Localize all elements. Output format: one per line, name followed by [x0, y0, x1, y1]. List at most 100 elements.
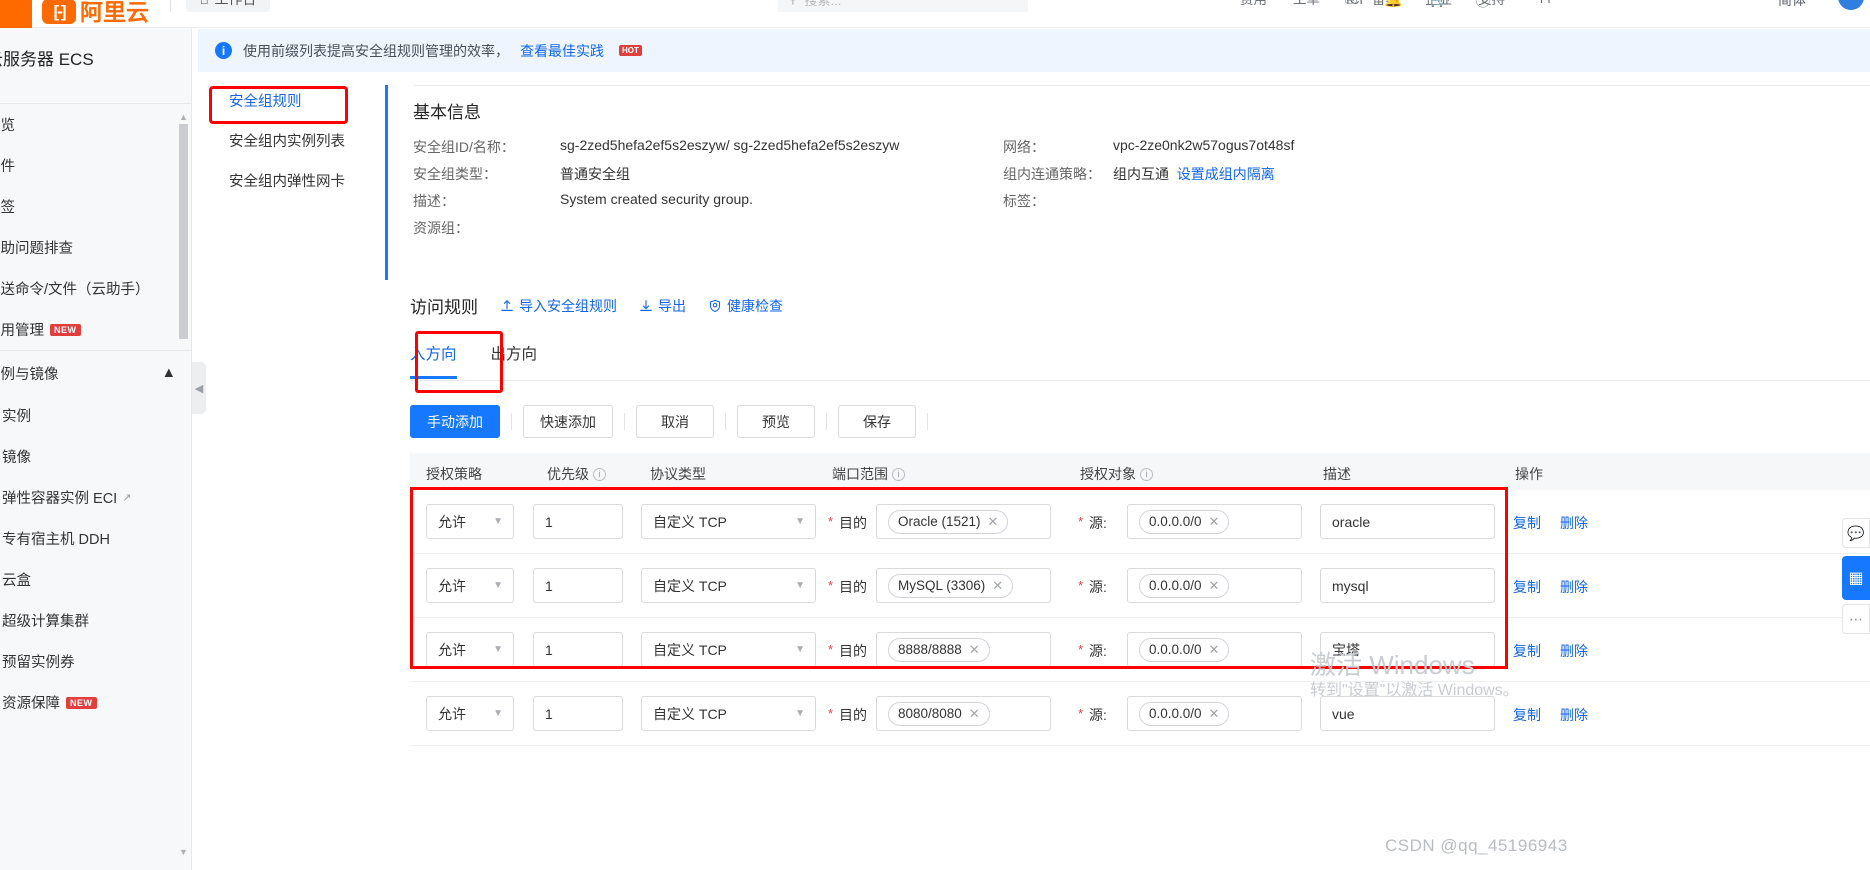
top-link-fees[interactable]: 费用 — [1240, 0, 1267, 8]
port-tag[interactable]: 8888/8888 ✕ — [888, 637, 990, 662]
priority-input[interactable]: 1 — [533, 632, 623, 667]
copy-action[interactable]: 复制 — [1513, 577, 1541, 597]
sidebar-group-instances-images[interactable]: 实例与镜像 ▲ — [0, 350, 192, 395]
sidebar-item-reserved-instance[interactable]: 预留实例券 — [0, 641, 192, 682]
import-rules-button[interactable]: 导入安全组规则 — [500, 296, 617, 316]
port-tag[interactable]: Oracle (1521) ✕ — [888, 509, 1009, 534]
close-icon[interactable]: ✕ — [1209, 706, 1220, 722]
nav-item-security-group-rules[interactable]: 安全组规则 — [207, 80, 377, 120]
top-link-app[interactable]: App — [1531, 0, 1555, 8]
language-switcher[interactable]: 简体 — [1778, 0, 1806, 10]
user-avatar[interactable] — [1838, 0, 1864, 10]
sidebar-item-scc[interactable]: 超级计算集群 — [0, 600, 192, 641]
port-tag[interactable]: 8080/8080 ✕ — [888, 701, 990, 726]
delete-action[interactable]: 删除 — [1560, 577, 1588, 597]
set-group-isolation-link[interactable]: 设置成组内隔离 — [1177, 166, 1275, 182]
description-input[interactable]: mysql — [1320, 568, 1495, 603]
copy-action[interactable]: 复制 — [1513, 705, 1541, 725]
sidebar-item-app-management[interactable]: 应用管理 NEW — [0, 309, 192, 350]
sidebar-item-events[interactable]: 事件 — [0, 145, 192, 186]
policy-select[interactable]: 允许 ▼ — [426, 632, 514, 667]
chat-widget-button[interactable]: 💬 — [1842, 518, 1870, 548]
info-icon[interactable]: i — [892, 467, 905, 481]
cancel-button[interactable]: 取消 — [636, 405, 714, 438]
sidebar-item-instance[interactable]: 实例 — [0, 395, 192, 436]
sidebar-item-resource-assurance[interactable]: 资源保障 NEW — [0, 682, 192, 723]
auth-object-field[interactable]: 0.0.0.0/0 ✕ — [1127, 696, 1302, 731]
policy-select[interactable]: 允许 ▼ — [426, 568, 514, 603]
nav-item-enis-in-group[interactable]: 安全组内弹性网卡 — [207, 160, 377, 200]
copy-action[interactable]: 复制 — [1513, 641, 1541, 661]
priority-input[interactable]: 1 — [533, 504, 623, 539]
port-range-field[interactable]: 8888/8888 ✕ — [876, 632, 1051, 667]
tab-outbound[interactable]: 出方向 — [491, 342, 538, 379]
sidebar-item-cloudbox[interactable]: 云盒 — [0, 559, 192, 600]
sidebar-item-image[interactable]: 镜像 — [0, 436, 192, 477]
auth-object-field[interactable]: 0.0.0.0/0 ✕ — [1127, 568, 1302, 603]
protocol-select[interactable]: 自定义 TCP ▼ — [641, 504, 816, 539]
sidebar-collapse-handle[interactable]: ◀ — [192, 362, 206, 414]
quick-add-button[interactable]: 快速添加 — [523, 405, 613, 438]
banner-link[interactable]: 查看最佳实践 — [520, 41, 604, 61]
sidebar-item-self-troubleshoot[interactable]: 自助问题排查 — [0, 227, 192, 268]
top-link-tickets[interactable]: 工单 — [1293, 0, 1320, 8]
description-input[interactable]: oracle — [1320, 504, 1495, 539]
description-input[interactable]: 宝塔 — [1320, 632, 1495, 667]
global-search-box[interactable]: ⚲ 搜索... — [778, 0, 1028, 12]
preview-button[interactable]: 预览 — [737, 405, 815, 438]
protocol-select[interactable]: 自定义 TCP ▼ — [641, 568, 816, 603]
delete-action[interactable]: 删除 — [1560, 641, 1588, 661]
delete-action[interactable]: 删除 — [1560, 513, 1588, 533]
close-icon[interactable]: ✕ — [988, 514, 999, 530]
sidebar-item-send-command[interactable]: 发送命令/文件（云助手） — [0, 268, 192, 309]
manual-add-button[interactable]: 手动添加 — [410, 405, 500, 438]
priority-input[interactable]: 1 — [533, 696, 623, 731]
close-icon[interactable]: ✕ — [1209, 578, 1220, 594]
save-button[interactable]: 保存 — [838, 405, 916, 438]
sidebar-item-eci[interactable]: 弹性容器实例 ECI ↗ — [0, 477, 192, 518]
protocol-select[interactable]: 自定义 TCP ▼ — [641, 696, 816, 731]
close-icon[interactable]: ✕ — [992, 578, 1003, 594]
info-icon[interactable]: i — [1140, 467, 1153, 481]
chevron-up-icon[interactable]: ▲ — [162, 365, 176, 381]
apps-widget-button[interactable]: ▦ — [1842, 556, 1870, 600]
cidr-tag[interactable]: 0.0.0.0/0 ✕ — [1139, 637, 1230, 662]
sidebar-item-tags[interactable]: 标签 — [0, 186, 192, 227]
port-range-field[interactable]: 8080/8080 ✕ — [876, 696, 1051, 731]
auth-object-field[interactable]: 0.0.0.0/0 ✕ — [1127, 504, 1302, 539]
workbench-button[interactable]: ⌂ 工作台 — [186, 0, 271, 12]
port-tag[interactable]: MySQL (3306) ✕ — [888, 573, 1014, 598]
menu-toggle-button[interactable]: ☰ — [0, 0, 32, 28]
more-widget-button[interactable]: ⋯ — [1842, 604, 1870, 634]
scroll-thumb[interactable] — [179, 124, 188, 339]
copy-action[interactable]: 复制 — [1513, 513, 1541, 533]
export-rules-button[interactable]: 导出 — [639, 296, 686, 316]
nav-item-instances-in-group[interactable]: 安全组内实例列表 — [207, 120, 377, 160]
sidebar-scrollbar[interactable]: ▲ ▼ — [179, 112, 188, 858]
policy-select[interactable]: 允许 ▼ — [426, 696, 514, 731]
port-range-field[interactable]: MySQL (3306) ✕ — [876, 568, 1051, 603]
sidebar-item-ddh[interactable]: 专有宿主机 DDH — [0, 518, 192, 559]
scroll-down-icon[interactable]: ▼ — [179, 847, 188, 858]
info-icon[interactable]: i — [593, 467, 606, 481]
close-icon[interactable]: ✕ — [1209, 642, 1220, 658]
aliyun-logo[interactable]: [-] 阿里云 — [42, 0, 162, 24]
description-input[interactable]: vue — [1320, 696, 1495, 731]
auth-object-field[interactable]: 0.0.0.0/0 ✕ — [1127, 632, 1302, 667]
screen-icon[interactable]: ⎙ — [1345, 0, 1357, 11]
help-icon[interactable]: ⓘ — [1475, 0, 1490, 11]
sidebar-item-overview[interactable]: 概览 — [0, 104, 192, 145]
cidr-tag[interactable]: 0.0.0.0/0 ✕ — [1139, 701, 1230, 726]
close-icon[interactable]: ✕ — [969, 642, 980, 658]
cart-icon[interactable]: 🛒 — [1430, 0, 1449, 11]
delete-action[interactable]: 删除 — [1560, 705, 1588, 725]
protocol-select[interactable]: 自定义 TCP ▼ — [641, 632, 816, 667]
policy-select[interactable]: 允许 ▼ — [426, 504, 514, 539]
cidr-tag[interactable]: 0.0.0.0/0 ✕ — [1139, 509, 1230, 534]
close-icon[interactable]: ✕ — [969, 706, 980, 722]
bell-icon[interactable]: 🔔 — [1384, 0, 1403, 11]
cidr-tag[interactable]: 0.0.0.0/0 ✕ — [1139, 573, 1230, 598]
port-range-field[interactable]: Oracle (1521) ✕ — [876, 504, 1051, 539]
priority-input[interactable]: 1 — [533, 568, 623, 603]
tab-inbound[interactable]: 入方向 — [410, 342, 457, 379]
